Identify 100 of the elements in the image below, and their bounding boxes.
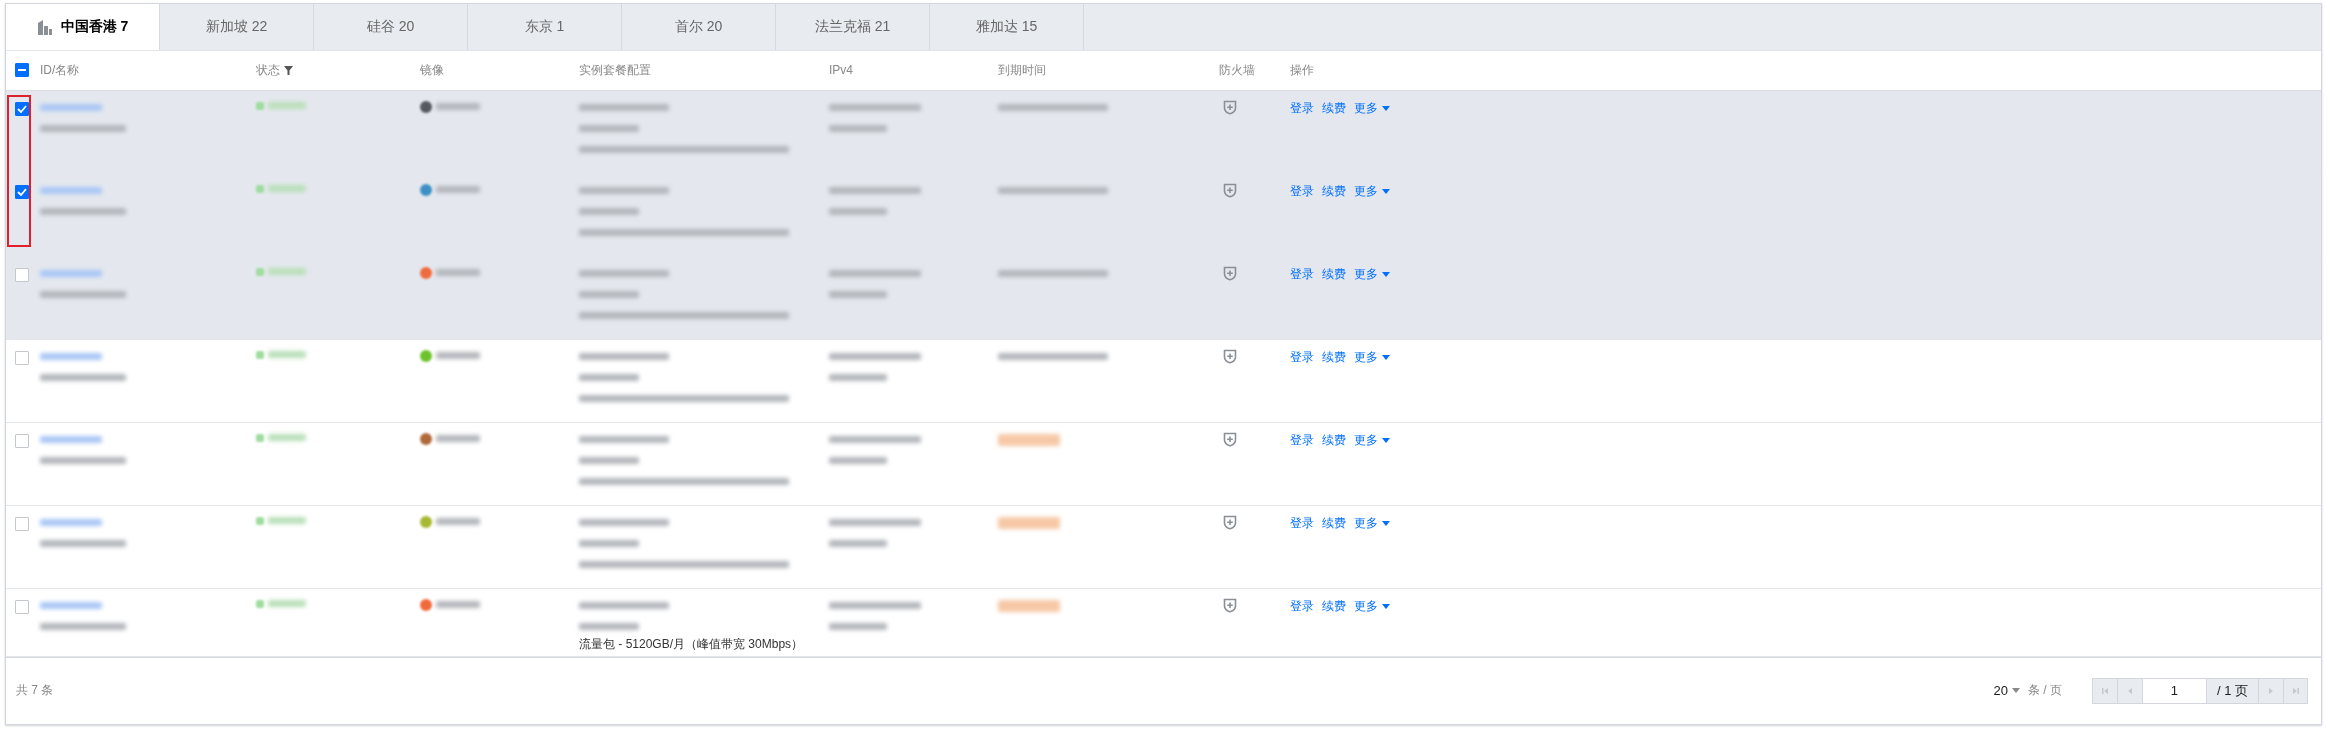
action-link[interactable]: 登录 xyxy=(1290,431,1314,449)
redacted-text xyxy=(829,124,887,132)
config-text: 流量包 - 5120GB/月（峰值带宽 30Mbps） xyxy=(579,635,805,653)
action-link[interactable]: 登录 xyxy=(1290,348,1314,366)
redacted-text xyxy=(579,373,639,381)
action-link[interactable]: 更多 xyxy=(1354,265,1390,283)
column-header: IPv4 xyxy=(829,63,853,78)
status-icon xyxy=(256,433,264,442)
redacted-text xyxy=(268,102,306,110)
redacted-text xyxy=(436,103,480,111)
redacted-text xyxy=(436,435,480,443)
caret-icon xyxy=(1382,271,1390,277)
redacted-text xyxy=(829,373,887,381)
action-link[interactable]: 更多 xyxy=(1354,431,1390,449)
action-link[interactable]: 更多 xyxy=(1354,182,1390,200)
redacted-text xyxy=(579,622,639,630)
column-header: 到期时间 xyxy=(998,61,1046,79)
last-page-icon xyxy=(2290,685,2301,696)
row-checkbox[interactable] xyxy=(15,433,29,448)
action-link[interactable]: 更多 xyxy=(1354,514,1390,532)
action-link[interactable]: 更多 xyxy=(1354,99,1390,117)
caret-icon xyxy=(1382,188,1390,194)
redacted-text xyxy=(579,124,639,132)
redacted-text xyxy=(436,269,480,277)
status-icon xyxy=(256,599,264,608)
action-link[interactable]: 登录 xyxy=(1290,265,1314,283)
shield-icon[interactable] xyxy=(1223,182,1237,198)
redacted-text xyxy=(579,456,639,464)
status-icon xyxy=(256,184,264,193)
action-link[interactable]: 续费 xyxy=(1322,99,1346,117)
redacted-text xyxy=(436,352,480,360)
row-checkbox[interactable] xyxy=(15,267,29,282)
row-checkbox[interactable] xyxy=(15,350,29,365)
building-icon xyxy=(36,18,53,35)
page-input[interactable]: 1 xyxy=(2141,677,2206,704)
row-checkbox[interactable] xyxy=(15,516,29,531)
redacted-text xyxy=(829,456,887,464)
action-link[interactable]: 登录 xyxy=(1290,182,1314,200)
caret-icon xyxy=(2011,688,2020,694)
redacted-text xyxy=(40,518,102,526)
redacted-text xyxy=(829,539,887,547)
caret-icon xyxy=(1382,437,1390,443)
page-size-select[interactable]: 20 xyxy=(1993,683,2020,699)
redacted-text xyxy=(436,518,480,526)
status-icon xyxy=(256,101,264,110)
caret-icon xyxy=(1382,105,1390,111)
shield-icon[interactable] xyxy=(1223,99,1237,115)
select-all-checkbox[interactable] xyxy=(15,63,29,78)
redacted-text xyxy=(40,601,102,609)
minus-icon xyxy=(18,69,26,72)
column-header: 状态 xyxy=(256,61,280,79)
action-link[interactable]: 续费 xyxy=(1322,265,1346,283)
redacted-text xyxy=(268,268,306,276)
action-link[interactable]: 更多 xyxy=(1354,348,1390,366)
redacted-text xyxy=(579,207,639,215)
filter-icon[interactable] xyxy=(284,65,293,75)
shield-icon[interactable] xyxy=(1223,348,1237,364)
redacted-text xyxy=(268,600,306,608)
action-link[interactable]: 续费 xyxy=(1322,597,1346,615)
page-size-label: 条 / 页 xyxy=(2027,682,2062,700)
redacted-text xyxy=(579,539,639,547)
action-link[interactable]: 续费 xyxy=(1322,348,1346,366)
row-checkbox[interactable] xyxy=(15,101,29,116)
status-icon xyxy=(256,267,264,276)
redacted-text xyxy=(268,185,306,193)
status-icon xyxy=(256,350,264,359)
redacted-text xyxy=(268,434,306,442)
region-tab[interactable]: 中国香港 7 xyxy=(6,4,160,50)
shield-icon[interactable] xyxy=(1223,265,1237,281)
caret-icon xyxy=(1382,603,1390,609)
action-link[interactable]: 登录 xyxy=(1290,99,1314,117)
row-checkbox[interactable] xyxy=(15,599,29,614)
redacted-text xyxy=(436,186,480,194)
caret-icon xyxy=(1382,520,1390,526)
redacted-text xyxy=(436,601,480,609)
action-link[interactable]: 更多 xyxy=(1354,597,1390,615)
redacted-text xyxy=(829,207,887,215)
column-header: ID/名称 xyxy=(40,61,80,79)
shield-icon[interactable] xyxy=(1223,514,1237,530)
shield-icon[interactable] xyxy=(1223,597,1237,613)
redacted-text xyxy=(40,435,102,443)
action-link[interactable]: 续费 xyxy=(1322,431,1346,449)
redacted-text xyxy=(40,186,102,194)
redacted-text xyxy=(829,290,887,298)
column-header: 实例套餐配置 xyxy=(579,61,651,79)
check-icon xyxy=(17,187,27,196)
redacted-text xyxy=(829,622,887,630)
column-header: 操作 xyxy=(1290,61,1314,79)
action-link[interactable]: 续费 xyxy=(1322,182,1346,200)
page-total: / 1 页 xyxy=(2205,677,2258,704)
action-link[interactable]: 登录 xyxy=(1290,514,1314,532)
redacted-text xyxy=(40,352,102,360)
total-count: 共 7 条 xyxy=(16,682,54,700)
action-link[interactable]: 登录 xyxy=(1290,597,1314,615)
redacted-text xyxy=(268,517,306,525)
caret-icon xyxy=(1382,354,1390,360)
action-link[interactable]: 续费 xyxy=(1322,514,1346,532)
shield-icon[interactable] xyxy=(1223,431,1237,447)
column-header: 防火墙 xyxy=(1219,61,1255,79)
row-checkbox[interactable] xyxy=(15,184,29,199)
